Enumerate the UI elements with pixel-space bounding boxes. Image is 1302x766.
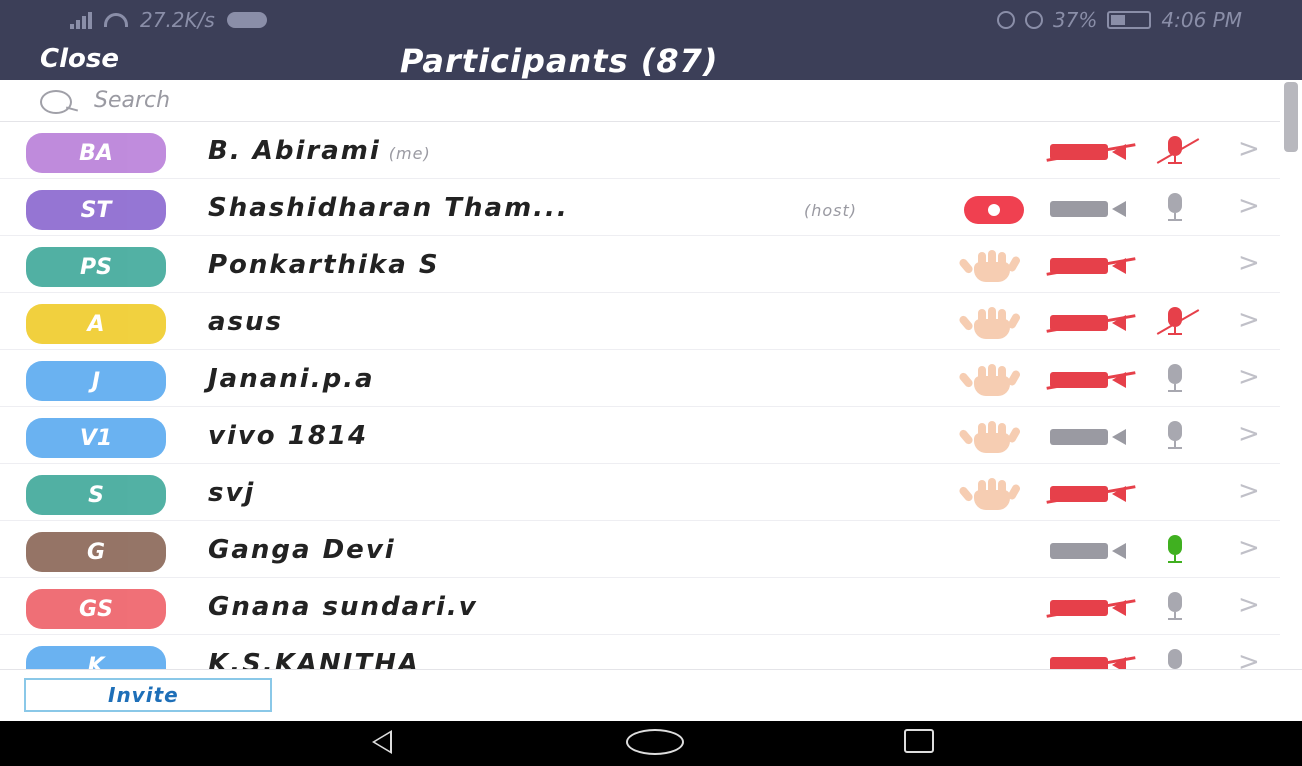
raised-hand-icon [956, 250, 1026, 282]
participant-name: Ganga Devi [208, 535, 396, 565]
page-title: Participants (87) [400, 42, 719, 80]
scrollbar[interactable] [1284, 82, 1298, 152]
participant-name: Janani.p.a [208, 364, 375, 394]
participant-name-text: Gnana sundari.v [208, 592, 478, 622]
participant-name: svj [208, 478, 255, 508]
search-input[interactable]: Search [94, 88, 170, 113]
close-button[interactable]: Close [40, 44, 119, 74]
participant-name: Ponkarthika S [208, 250, 440, 280]
participant-name-text: asus [208, 307, 284, 337]
mic-icon [1158, 419, 1192, 453]
video-icon [1050, 541, 1130, 561]
video-off-icon [1050, 142, 1130, 162]
signal-icon [70, 11, 92, 29]
participant-row[interactable]: BA B. Abirami (me) > [0, 122, 1280, 179]
avatar: J [26, 361, 166, 401]
participant-row[interactable]: G Ganga Devi > [0, 521, 1280, 578]
recent-apps-nav-icon[interactable] [904, 729, 934, 753]
notification-icon [226, 12, 267, 28]
alarm-icon [996, 11, 1015, 29]
mic-muted-icon [1158, 134, 1192, 168]
search-icon [40, 86, 90, 116]
video-off-icon [1050, 313, 1130, 333]
bottom-bar: Invite [0, 669, 1302, 721]
search-bar[interactable]: Search [0, 80, 1280, 122]
chevron-right-icon[interactable]: > [1238, 134, 1260, 164]
mic-icon [1158, 590, 1192, 624]
participant-row[interactable]: Ssvj > [0, 464, 1280, 521]
avatar: G [26, 532, 166, 572]
participant-tag: (me) [388, 144, 431, 163]
avatar: V1 [26, 418, 166, 458]
mic-icon [1158, 191, 1192, 225]
mic-muted-icon [1158, 305, 1192, 339]
participant-name-text: Shashidharan Tham... [208, 193, 569, 223]
video-icon [1050, 199, 1130, 219]
raised-hand-icon [956, 307, 1026, 339]
participant-name-text: Ganga Devi [208, 535, 396, 565]
participant-name: B. Abirami (me) [208, 136, 431, 166]
participant-row[interactable]: ST Shashidharan Tham... (host) > [0, 179, 1280, 236]
participant-row[interactable]: J Janani.p.a > [0, 350, 1280, 407]
participant-name-text: B. Abirami [208, 136, 381, 166]
chevron-right-icon[interactable]: > [1238, 533, 1260, 563]
participant-name-text: Ponkarthika S [208, 250, 440, 280]
invite-button[interactable]: Invite [24, 678, 272, 712]
avatar: S [26, 475, 166, 515]
participant-name-text: Janani.p.a [208, 364, 375, 394]
participant-name-text: svj [208, 478, 256, 508]
chevron-right-icon[interactable]: > [1238, 419, 1260, 449]
mic-icon [1158, 533, 1192, 567]
avatar: GS [26, 589, 166, 629]
participant-list: BA B. Abirami (me) > ST Shashidharan Tham... (… [0, 122, 1280, 692]
video-icon [1050, 427, 1130, 447]
chevron-right-icon[interactable]: > [1238, 191, 1260, 221]
participant-name-text: vivo 1814 [208, 421, 369, 451]
video-off-icon [1050, 370, 1130, 390]
battery-percent: 37% [1052, 8, 1098, 32]
chevron-right-icon[interactable]: > [1238, 305, 1260, 335]
android-nav-bar [0, 721, 1302, 766]
avatar: PS [26, 247, 166, 287]
video-off-icon [1050, 598, 1130, 618]
status-bar: 27.2K/s 37% 4:06 PM [0, 0, 1302, 42]
clock-icon [1024, 11, 1043, 29]
video-off-icon [1050, 484, 1130, 504]
participant-row[interactable]: GS Gnana sundari.v > [0, 578, 1280, 635]
participant-name: Shashidharan Tham... [208, 193, 569, 223]
avatar: A [26, 304, 166, 344]
participant-row[interactable]: Aasus > [0, 293, 1280, 350]
participant-row[interactable]: PS Ponkarthika S > [0, 236, 1280, 293]
participant-name: vivo 1814 [208, 421, 368, 451]
recording-icon [964, 196, 1024, 224]
raised-hand-icon [956, 421, 1026, 453]
back-nav-icon[interactable] [372, 730, 392, 754]
chevron-right-icon[interactable]: > [1238, 248, 1260, 278]
participant-name: Gnana sundari.v [208, 592, 478, 622]
raised-hand-icon [956, 478, 1026, 510]
host-tag: (host) [804, 201, 858, 220]
network-speed: 27.2K/s [140, 8, 215, 32]
mic-icon [1158, 362, 1192, 396]
video-off-icon [1050, 256, 1130, 276]
raised-hand-icon [956, 364, 1026, 396]
chevron-right-icon[interactable]: > [1238, 362, 1260, 392]
battery-icon [1107, 11, 1152, 29]
avatar: BA [26, 133, 166, 173]
avatar: ST [26, 190, 166, 230]
status-time: 4:06 PM [1161, 8, 1242, 32]
chevron-right-icon[interactable]: > [1238, 476, 1260, 506]
chevron-right-icon[interactable]: > [1238, 590, 1260, 620]
wifi-icon [104, 13, 128, 27]
home-nav-icon[interactable] [626, 729, 684, 755]
participant-row[interactable]: V1 vivo 1814 > [0, 407, 1280, 464]
participant-name: asus [208, 307, 283, 337]
title-bar: Close Participants (87) [0, 42, 1302, 80]
